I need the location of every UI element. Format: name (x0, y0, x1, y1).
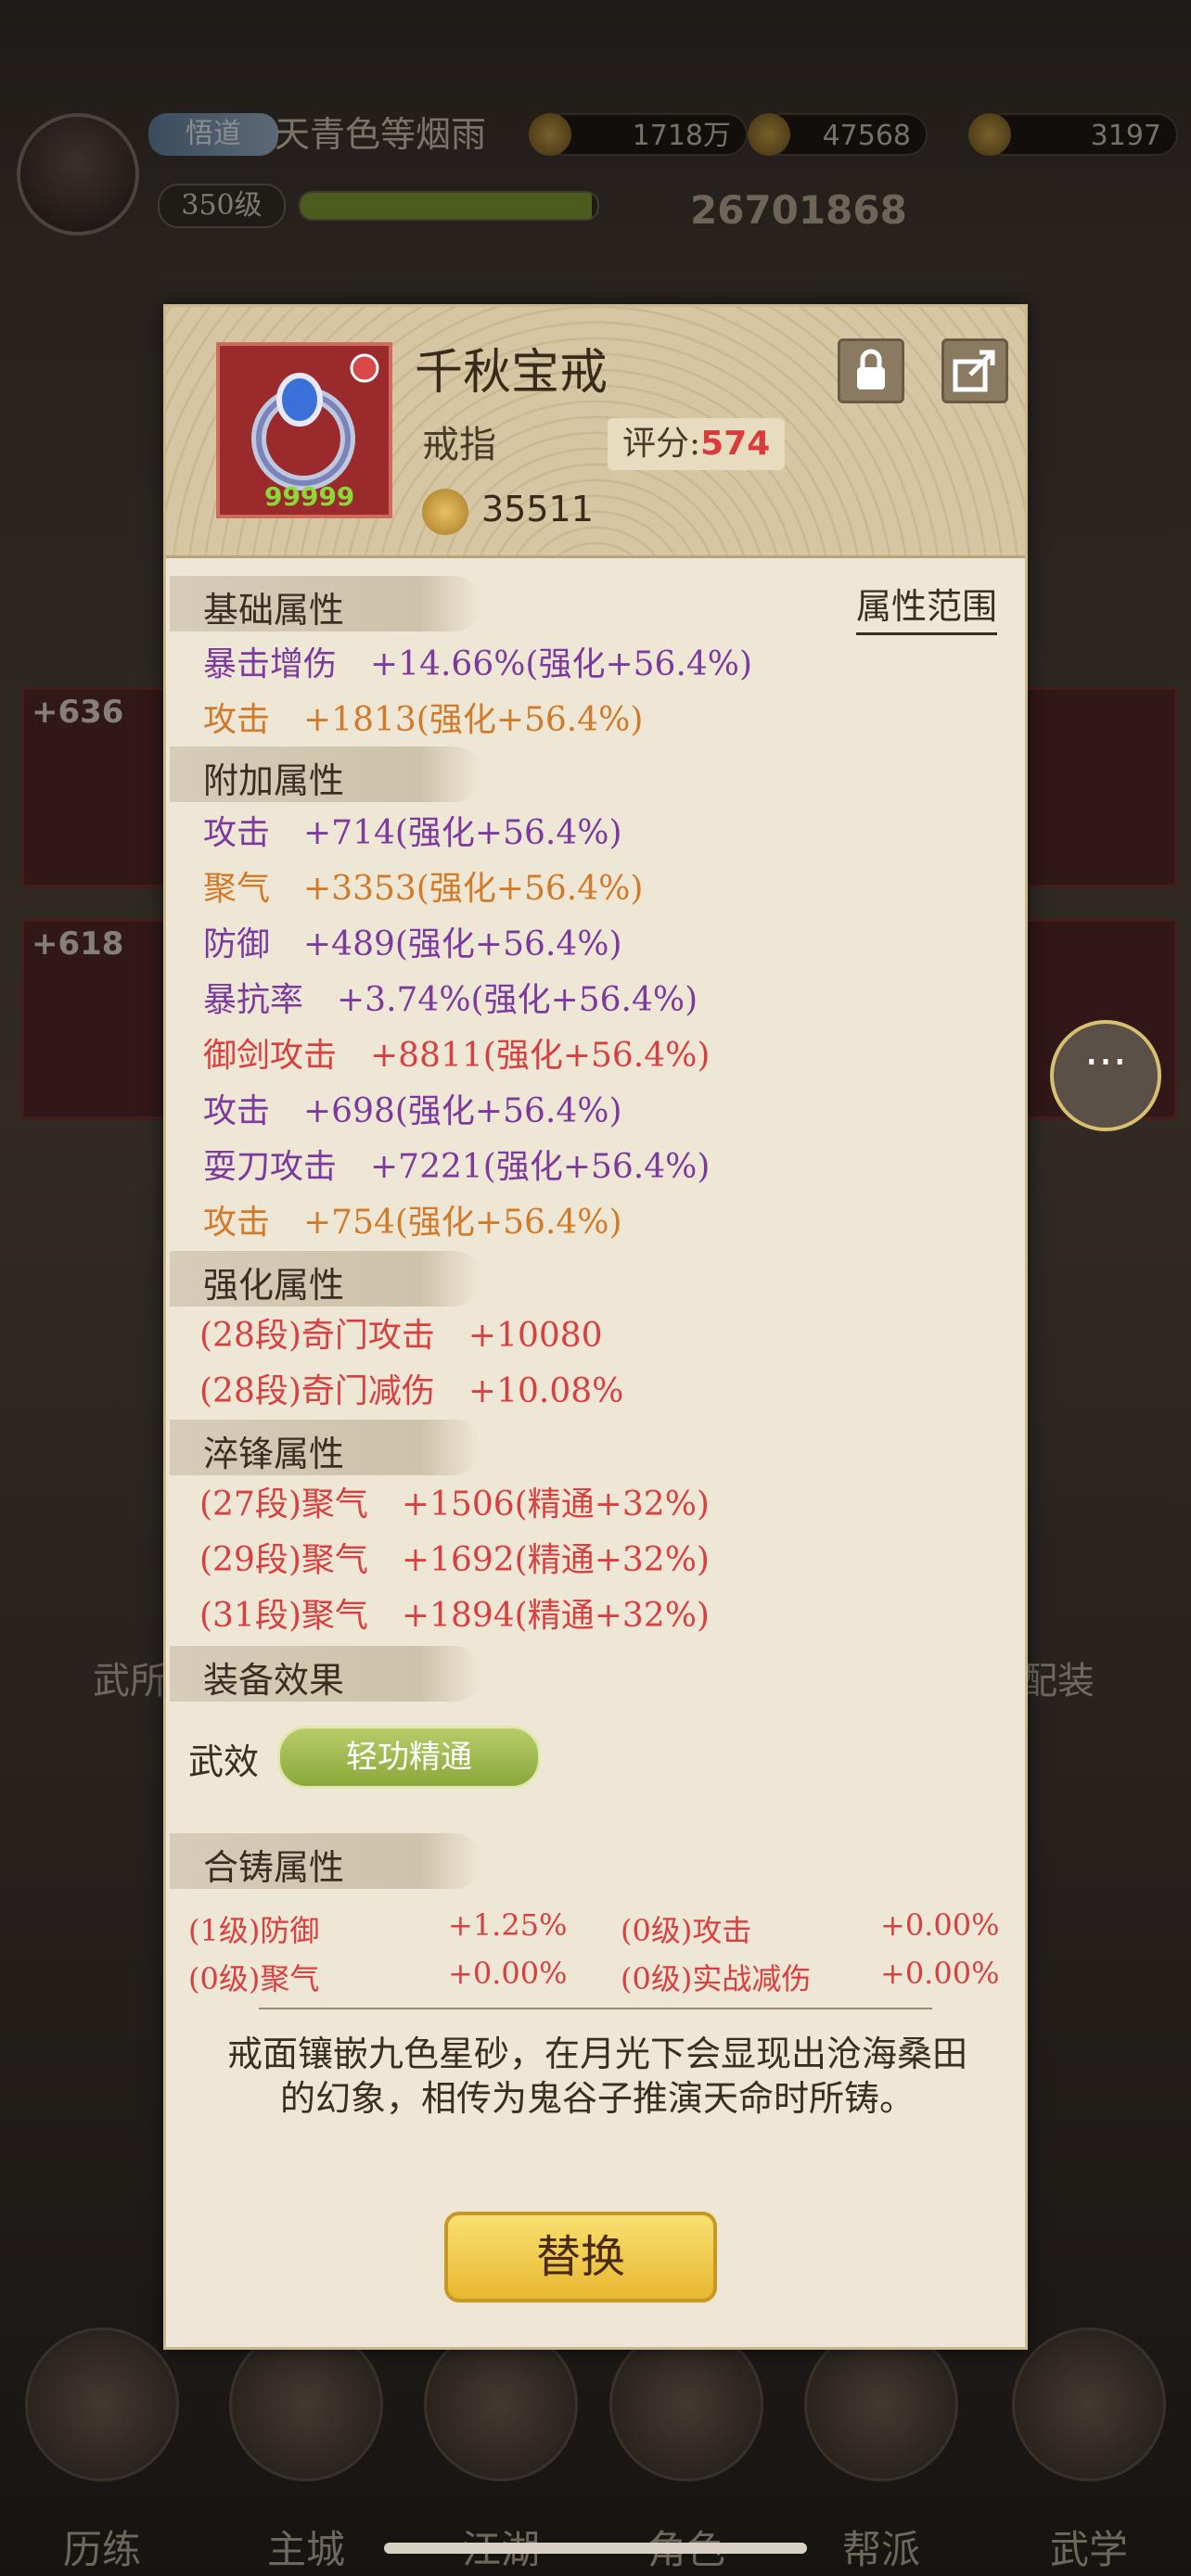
temper-attr-line: (31段)聚气 +1894(精通+32%) (199, 1597, 710, 1635)
basic-attr-line: 暴击增伤 +14.66%(强化+56.4%) (203, 645, 753, 683)
temper-attr-line: (27段)聚气 +1506(精通+32%) (199, 1486, 710, 1524)
extra-attr-line: 御剑攻击 +8811(强化+56.4%) (203, 1037, 711, 1075)
lock-button[interactable] (838, 338, 904, 403)
attribute-range-link[interactable]: 属性范围 (855, 578, 997, 635)
extra-attr-line: 攻击 +698(强化+56.4%) (203, 1092, 622, 1130)
enhance-attr-line: (28段)奇门攻击 +10080 (199, 1317, 603, 1355)
extra-attr-line: 防御 +489(强化+56.4%) (203, 925, 622, 963)
lock-icon (857, 349, 885, 389)
item-header: 99999 千秋宝戒 戒指 评分:574 35511 (166, 307, 1025, 558)
forge-attr-value: +0.00% (880, 1907, 1000, 1943)
extra-attr-line: 攻击 +754(强化+56.4%) (203, 1204, 622, 1242)
divider (259, 2008, 932, 2009)
extra-attr-line: 攻击 +714(强化+56.4%) (203, 814, 622, 852)
item-description: 戒面镶嵌九色星砂，在月光下会显现出沧海桑田的幻象，相传为鬼谷子推演天命时所铸。 (226, 2034, 967, 2119)
forge-attr-value: +0.00% (448, 1956, 568, 1991)
section-enhance: 强化属性 (170, 1251, 481, 1307)
share-button[interactable] (941, 338, 1008, 403)
enhance-attr-line: (28段)奇门减伤 +10.08% (199, 1372, 624, 1410)
share-icon (953, 350, 995, 392)
forge-attr-name: (0级)攻击 (621, 1913, 752, 1948)
ring-item-icon: 99999 (216, 342, 392, 518)
forge-attr-name: (0级)聚气 (188, 1961, 320, 1996)
forge-attr-name: (0级)实战减伤 (621, 1961, 812, 1996)
item-power: 35511 (481, 489, 594, 529)
effect-button[interactable]: 轻功精通 (277, 1726, 541, 1789)
forge-attr-value: +0.00% (880, 1956, 1000, 1991)
item-type: 戒指 (422, 424, 496, 466)
chat-bubble-button[interactable] (1050, 1020, 1161, 1131)
forge-attr-name: (1级)防御 (188, 1913, 320, 1948)
item-name: 千秋宝戒 (415, 345, 608, 401)
forge-attr-value: +1.25% (448, 1907, 568, 1943)
extra-attr-line: 暴抗率 +3.74%(强化+56.4%) (203, 981, 698, 1019)
extra-attr-line: 聚气 +3353(强化+56.4%) (203, 870, 644, 908)
section-forge: 合铸属性 (170, 1833, 481, 1889)
basic-attr-line: 攻击 +1813(强化+56.4%) (203, 701, 644, 739)
section-basic: 基础属性 (170, 576, 481, 631)
home-indicator (384, 2543, 807, 2554)
item-detail-modal: 99999 千秋宝戒 戒指 评分:574 35511 属性范围 基础属性 暴击增… (163, 304, 1028, 2350)
power-icon (422, 489, 468, 535)
temper-attr-line: (29段)聚气 +1692(精通+32%) (199, 1541, 710, 1579)
star-value: 99999 (264, 481, 355, 512)
extra-attr-line: 耍刀攻击 +7221(强化+56.4%) (203, 1148, 711, 1186)
section-effect: 装备效果 (170, 1646, 481, 1702)
item-score: 评分:574 (608, 418, 786, 470)
effect-label: 武效 (188, 1741, 260, 1782)
section-temper: 淬锋属性 (170, 1420, 481, 1475)
section-extra: 附加属性 (170, 746, 481, 802)
replace-button[interactable]: 替换 (444, 2212, 717, 2302)
